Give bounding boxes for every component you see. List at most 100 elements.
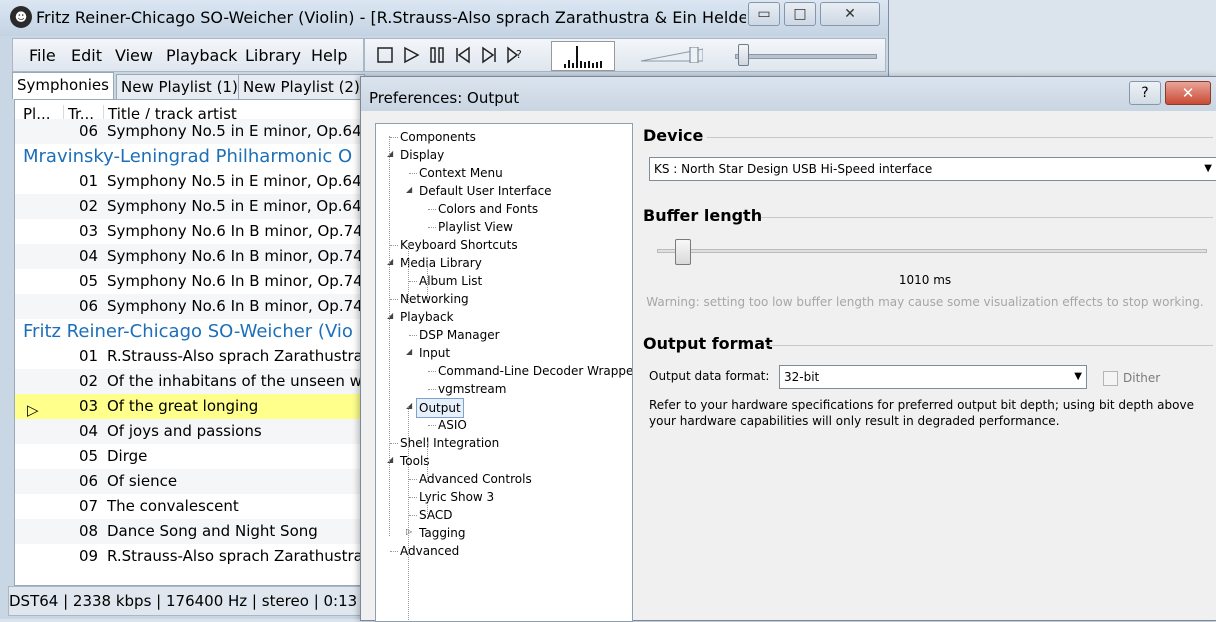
- seek-thumb[interactable]: [738, 44, 749, 66]
- tree-item-vgmstream[interactable]: vgmstream: [438, 380, 506, 398]
- minimize-button[interactable]: ▭: [748, 2, 780, 26]
- playlist-row[interactable]: 08 Dance Song and Night Song: [15, 519, 362, 544]
- device-dropdown[interactable]: KS : North Star Design USB Hi-Speed inte…: [649, 157, 1216, 181]
- track-title: Dance Song and Night Song: [107, 522, 318, 540]
- expanded-triangle-icon[interactable]: ◢: [406, 347, 412, 356]
- expanded-triangle-icon[interactable]: ◢: [387, 149, 393, 158]
- tree-item-advanced-controls[interactable]: Advanced Controls: [419, 470, 532, 488]
- tree-connector: [390, 299, 398, 300]
- tree-connector: [390, 137, 398, 138]
- preferences-tree[interactable]: Components ◢ Display Context Menu ◢ Default U…: [375, 123, 633, 622]
- tree-item-shell-integration[interactable]: Shell Integration: [400, 434, 499, 452]
- tree-item-output[interactable]: Output: [416, 398, 464, 418]
- tree-connector: [409, 173, 417, 174]
- tree-item-media-library[interactable]: Media Library: [400, 254, 482, 272]
- tree-item-default-user-interface[interactable]: Default User Interface: [419, 182, 552, 200]
- playlist-row[interactable]: 04 Symphony No.6 In B minor, Op.74: [15, 244, 362, 269]
- menu-edit[interactable]: Edit: [71, 46, 102, 65]
- playlist-row[interactable]: 05 Symphony No.6 In B minor, Op.74: [15, 269, 362, 294]
- close-button[interactable]: ✕: [820, 2, 880, 26]
- playlist-view[interactable]: Pl... Tr... Title / track artist 06 Symph…: [14, 99, 363, 586]
- playlist-row[interactable]: 01 Symphony No.5 in E minor, Op.64: [15, 169, 362, 194]
- buffer-slider-thumb[interactable]: [675, 239, 691, 265]
- random-icon[interactable]: ?: [505, 45, 525, 65]
- group-title: Fritz Reiner-Chicago SO-Weicher (Vio: [23, 321, 353, 342]
- tree-item-dsp-manager[interactable]: DSP Manager: [419, 326, 500, 344]
- expanded-triangle-icon[interactable]: ◢: [387, 311, 393, 320]
- volume-slider[interactable]: [641, 47, 703, 63]
- tree-item-tagging[interactable]: Tagging: [419, 524, 466, 542]
- tree-item-colors-and-fonts[interactable]: Colors and Fonts: [438, 200, 538, 218]
- playlist-row[interactable]: 04 Of joys and passions: [15, 419, 362, 444]
- maximize-icon: □: [793, 6, 807, 22]
- tab-symphonies[interactable]: Symphonies: [12, 72, 114, 99]
- output-format-heading: Output format: [643, 334, 773, 353]
- menu-view[interactable]: View: [115, 46, 153, 65]
- pause-icon[interactable]: [427, 45, 447, 65]
- menu-playback[interactable]: Playback: [166, 46, 237, 65]
- dither-checkbox[interactable]: [1103, 371, 1118, 386]
- tree-item-playback[interactable]: Playback: [400, 308, 454, 326]
- playlist-row[interactable]: 02 Of the inhabitans of the unseen wo: [15, 369, 362, 394]
- track-number: 02: [79, 197, 99, 215]
- menu-file[interactable]: File: [29, 46, 56, 65]
- menu-library[interactable]: Library: [245, 46, 301, 65]
- divider: [761, 217, 1213, 218]
- spectrum-bar: [572, 63, 574, 68]
- tree-item-tools[interactable]: Tools: [400, 452, 430, 470]
- output-settings-panel: Device KS : North Star Design USB Hi-Spe…: [633, 117, 1216, 620]
- playlist-row[interactable]: 06 Symphony No.5 in E minor, Op.64: [15, 119, 362, 144]
- spectrum-bar: [576, 46, 578, 68]
- tree-item-networking[interactable]: Networking: [400, 290, 469, 308]
- playlist-group-header[interactable]: Mravinsky-Leningrad Philharmonic O: [15, 144, 362, 169]
- tree-item-context-menu[interactable]: Context Menu: [419, 164, 503, 182]
- tree-item-sacd[interactable]: SACD: [419, 506, 452, 524]
- playlist-row[interactable]: 01 R.Strauss-Also sprach Zarathustra -: [15, 344, 362, 369]
- maximize-button[interactable]: □: [784, 2, 816, 26]
- expanded-triangle-icon[interactable]: ◢: [387, 455, 393, 464]
- tree-item-input[interactable]: Input: [419, 344, 450, 362]
- playlist-row[interactable]: 07 The convalescent: [15, 494, 362, 519]
- tab-new-playlist-2[interactable]: New Playlist (2): [238, 74, 365, 99]
- playlist-row[interactable]: 06 Symphony No.6 In B minor, Op.74: [15, 294, 362, 319]
- tree-connector: [409, 335, 417, 336]
- tab-new-playlist-1[interactable]: New Playlist (1): [116, 74, 243, 99]
- next-icon[interactable]: [479, 45, 499, 65]
- preferences-dialog: Preferences: Output ? ✕ Components ◢ Displ…: [360, 76, 1216, 622]
- tree-item-album-list[interactable]: Album List: [419, 272, 482, 290]
- tree-item-command-line-decoder-wrapper[interactable]: Command-Line Decoder Wrapper: [438, 362, 632, 380]
- playlist-row[interactable]: 05 Dirge: [15, 444, 362, 469]
- tree-item-playlist-view[interactable]: Playlist View: [438, 218, 513, 236]
- tree-item-lyric-show-3[interactable]: Lyric Show 3: [419, 488, 494, 506]
- previous-icon[interactable]: [453, 45, 473, 65]
- tree-item-components[interactable]: Components: [400, 128, 476, 146]
- playlist-group-header[interactable]: Fritz Reiner-Chicago SO-Weicher (Vio: [15, 319, 362, 344]
- playlist-row[interactable]: ▷ 03 Of the great longing: [15, 394, 362, 419]
- playlist-row[interactable]: 03 Symphony No.6 In B minor, Op.74: [15, 219, 362, 244]
- tree-item-asio[interactable]: ASIO: [438, 416, 467, 434]
- expanded-triangle-icon[interactable]: ◢: [406, 401, 412, 410]
- help-button[interactable]: ?: [1129, 81, 1161, 105]
- play-icon[interactable]: [401, 45, 421, 65]
- buffer-slider[interactable]: [657, 249, 1207, 253]
- buffer-heading: Buffer length: [643, 206, 763, 225]
- tree-item-keyboard-shortcuts[interactable]: Keyboard Shortcuts: [400, 236, 518, 254]
- title-bar[interactable]: ☻ Fritz Reiner-Chicago SO-Weicher (Violi…: [0, 0, 888, 36]
- dialog-close-button[interactable]: ✕: [1165, 81, 1211, 105]
- seek-bar[interactable]: [735, 54, 877, 59]
- expanded-triangle-icon[interactable]: ◢: [387, 257, 393, 266]
- playlist-row[interactable]: 06 Of sience: [15, 469, 362, 494]
- playlist-row[interactable]: 02 Symphony No.5 in E minor, Op.64: [15, 194, 362, 219]
- output-format-dropdown[interactable]: 32-bit ▼: [779, 365, 1087, 389]
- tree-item-display[interactable]: Display: [400, 146, 444, 164]
- collapsed-triangle-icon[interactable]: ▷: [406, 527, 412, 536]
- dialog-title-bar[interactable]: Preferences: Output ? ✕: [361, 77, 1216, 111]
- track-number: 06: [79, 122, 99, 140]
- expanded-triangle-icon[interactable]: ◢: [406, 185, 412, 194]
- output-format-label: Output data format:: [649, 369, 770, 383]
- stop-icon[interactable]: [375, 45, 395, 65]
- dialog-title: Preferences: Output: [369, 89, 520, 107]
- menu-help[interactable]: Help: [311, 46, 347, 65]
- playlist-row[interactable]: 09 R.Strauss-Also sprach Zarathustra -: [15, 544, 362, 569]
- volume-thumb[interactable]: [689, 47, 699, 63]
